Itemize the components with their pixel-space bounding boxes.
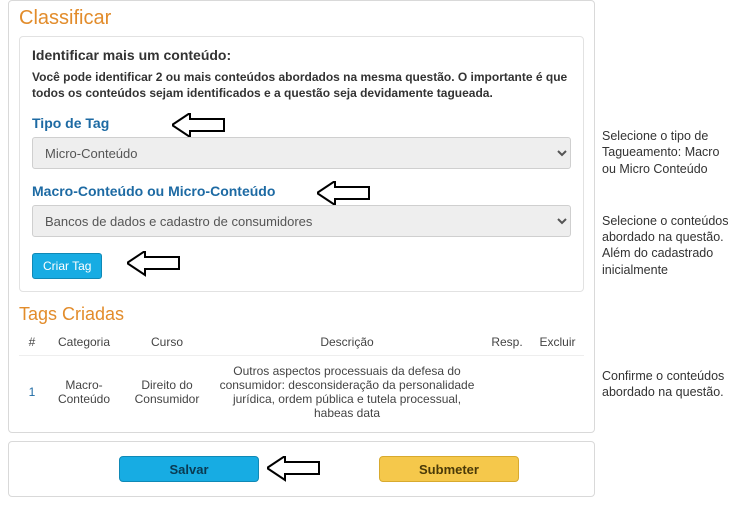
- note-confirm: Confirme o conteúdos abordado na questão…: [602, 368, 732, 401]
- submeter-button[interactable]: Submeter: [379, 456, 519, 482]
- criar-tag-button[interactable]: Criar Tag: [32, 253, 102, 279]
- tag-type-select[interactable]: Micro-Conteúdo: [32, 137, 571, 169]
- tag-type-label: Tipo de Tag: [32, 115, 571, 131]
- salvar-button[interactable]: Salvar: [119, 456, 259, 482]
- note-tag-type: Selecione o tipo de Tagueamento: Macro o…: [602, 128, 732, 177]
- cell-excluir: [531, 356, 584, 425]
- table-header-row: # Categoria Curso Descrição Resp. Exclui…: [19, 329, 584, 356]
- col-descricao: Descrição: [211, 329, 483, 356]
- cell-idx: 1: [19, 356, 45, 425]
- identify-desc: Você pode identificar 2 ou mais conteúdo…: [32, 69, 571, 101]
- identify-subpanel: Identificar mais um conteúdo: Você pode …: [19, 36, 584, 292]
- note-content: Selecione o conteúdos abordado na questã…: [602, 213, 732, 278]
- col-hash: #: [19, 329, 45, 356]
- col-resp: Resp.: [483, 329, 531, 356]
- identify-title: Identificar mais um conteúdo:: [32, 47, 571, 63]
- content-label: Macro-Conteúdo ou Micro-Conteúdo: [32, 183, 571, 199]
- col-categoria: Categoria: [45, 329, 123, 356]
- classify-panel: Classificar Identificar mais um conteúdo…: [8, 0, 595, 433]
- cell-resp: [483, 356, 531, 425]
- cell-descricao: Outros aspectos processuais da defesa do…: [211, 356, 483, 425]
- cell-curso: Direito do Consumidor: [123, 356, 211, 425]
- panel-title-classify: Classificar: [19, 7, 584, 30]
- actions-panel: Salvar Submeter: [8, 441, 595, 497]
- col-excluir: Excluir: [531, 329, 584, 356]
- table-row: 1 Macro-Conteúdo Direito do Consumidor O…: [19, 356, 584, 425]
- tags-table: # Categoria Curso Descrição Resp. Exclui…: [19, 329, 584, 424]
- arrow-icon: [267, 456, 322, 482]
- content-select[interactable]: Bancos de dados e cadastro de consumidor…: [32, 205, 571, 237]
- side-notes: Selecione o tipo de Tagueamento: Macro o…: [595, 0, 732, 400]
- cell-categoria: Macro-Conteúdo: [45, 356, 123, 425]
- arrow-icon: [127, 251, 182, 277]
- col-curso: Curso: [123, 329, 211, 356]
- tags-created-title: Tags Criadas: [19, 304, 584, 325]
